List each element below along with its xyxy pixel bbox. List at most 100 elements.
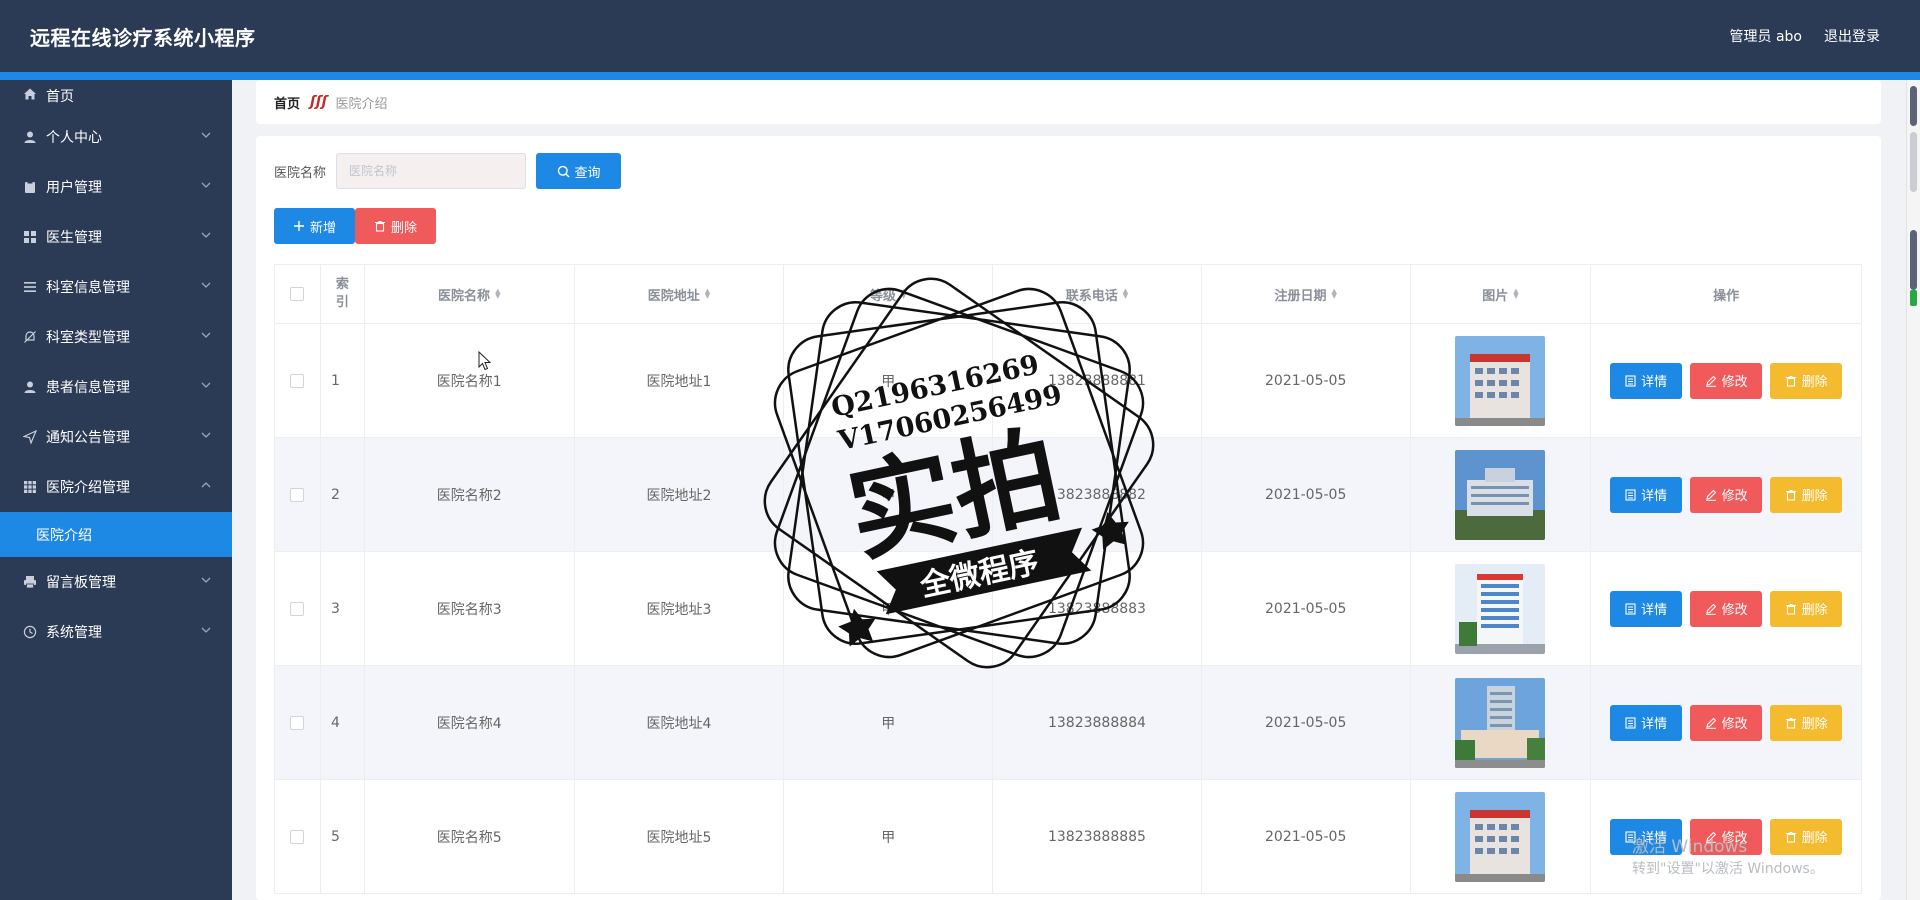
sidebar-item-label: 系统管理 [46,625,102,641]
select-all-checkbox[interactable] [290,287,305,301]
header-image[interactable]: 图片 ▲ ▼ [1411,265,1592,323]
sidebar-item-label: 用户管理 [46,180,102,196]
row-date: 2021-05-05 [1202,324,1411,437]
logout-link[interactable]: 退出登录 [1824,26,1880,46]
pencil-icon [1705,489,1716,501]
table-row: 3 医院名称3 医院地址3 甲 13823888883 2021-05-05 详… [274,552,1862,666]
query-button-label: 查询 [574,165,601,181]
hospital-table: 索引 医院名称 ▲ ▼ 医院地址 ▲ ▼ 等级 ▲ ▼ 联系电话 ▲ ▼ 注册日期 ▲ ▼ 图片 ▲ ▼… [274,264,1862,894]
row-name: 医院名称4 [365,666,575,779]
edit-button[interactable]: 修改 [1690,590,1763,627]
scrollbar-thumb[interactable] [1910,230,1917,290]
query-button[interactable]: 查询 [536,153,622,189]
row-checkbox[interactable] [290,373,305,388]
hospital-image[interactable] [1455,449,1546,540]
row-address: 医院地址5 [575,780,785,893]
sort-icon[interactable]: ▲ ▼ [901,288,906,300]
send-icon [22,429,38,445]
detail-button[interactable]: 详情 [1610,704,1683,741]
header-index: 索引 [321,265,365,323]
sort-icon[interactable]: ▲ ▼ [705,288,710,300]
search-input[interactable] [336,153,527,189]
row-checkbox[interactable] [290,829,305,844]
sidebar-item-personal-center[interactable]: 个人中心 [0,112,232,162]
sidebar-item-home[interactable]: 首页 [0,80,232,112]
edit-button[interactable]: 修改 [1690,476,1763,513]
pencil-icon [1705,603,1716,615]
chevron-down-icon [201,627,211,633]
sidebar-item-department-type[interactable]: 科室类型管理 [0,312,232,362]
sidebar-item-notice-management[interactable]: 通知公告管理 [0,412,232,462]
edit-button[interactable]: 修改 [1690,704,1763,741]
breadcrumb-home[interactable]: 首页 [274,93,300,112]
delete-button[interactable]: 删除 [1770,476,1843,513]
app-title: 远程在线诊疗系统小程序 [30,25,256,50]
hospital-image[interactable] [1455,791,1546,882]
plus-icon [293,221,304,231]
sidebar-item-system-management[interactable]: 系统管理 [0,607,232,657]
row-date: 2021-05-05 [1202,780,1411,893]
detail-button[interactable]: 详情 [1610,476,1683,513]
row-level: 甲 [784,666,994,779]
chevron-down-icon [201,432,211,438]
current-user-label: 管理员 abo [1729,29,1802,45]
user-icon [22,129,38,145]
windows-activation-watermark: 激活 Windows 转到"设置"以激活 Windows。 [1632,836,1824,880]
detail-button[interactable]: 详情 [1610,590,1683,627]
row-checkbox[interactable] [290,487,305,502]
edit-button[interactable]: 修改 [1690,362,1763,399]
sidebar-item-doctor-management[interactable]: 医生管理 [0,212,232,262]
hospital-image[interactable] [1455,563,1546,654]
row-name: 医院名称3 [365,552,575,665]
trash-icon [1785,717,1796,729]
page-scrollbar[interactable] [1906,80,1920,900]
sidebar-item-patient-info[interactable]: 患者信息管理 [0,362,232,412]
header-date[interactable]: 注册日期 ▲ ▼ [1202,265,1411,323]
sidebar: 首页 个人中心 用户管理 医生管理 科室信息管理 科室类型管理 患者信息管理 通… [0,80,232,900]
row-name: 医院名称2 [365,438,575,551]
trash-icon [1785,489,1796,501]
delete-button[interactable]: 删除 [1770,362,1843,399]
hospital-image[interactable] [1455,335,1546,426]
sort-icon[interactable]: ▲ ▼ [1513,288,1518,300]
chevron-down-icon [201,232,211,238]
sidebar-item-message-board[interactable]: 留言板管理 [0,557,232,607]
header-address[interactable]: 医院地址 ▲ ▼ [575,265,785,323]
header-level[interactable]: 等级 ▲ ▼ [784,265,994,323]
row-index: 5 [321,780,365,893]
batch-delete-button[interactable]: 删除 [355,208,436,244]
hospital-image[interactable] [1455,677,1546,768]
scrollbar-marker [1910,86,1917,126]
row-checkbox[interactable] [290,601,305,616]
chevron-down-icon [201,132,211,138]
header-name[interactable]: 医院名称 ▲ ▼ [365,265,575,323]
pencil-icon [1705,375,1716,387]
sidebar-item-hospital-intro-management[interactable]: 医院介绍管理 [0,462,232,512]
sidebar-item-user-management[interactable]: 用户管理 [0,162,232,212]
row-phone: 13823888881 [993,324,1202,437]
delete-button[interactable]: 删除 [1770,590,1843,627]
header-phone[interactable]: 联系电话 ▲ ▼ [993,265,1202,323]
sort-icon[interactable]: ▲ ▼ [1123,288,1128,300]
user-icon [22,379,38,395]
chevron-down-icon [201,382,211,388]
detail-button[interactable]: 详情 [1610,362,1683,399]
row-level: 甲 [784,780,994,893]
chevron-down-icon [201,577,211,583]
row-level: 甲 [784,552,994,665]
chevron-down-icon [201,282,211,288]
add-button[interactable]: 新增 [274,208,355,244]
sidebar-item-department-info[interactable]: 科室信息管理 [0,262,232,312]
breadcrumb-separator-icon: ʃʃʃ [310,94,328,110]
row-checkbox[interactable] [290,715,305,730]
row-name: 医院名称5 [365,780,575,893]
row-date: 2021-05-05 [1202,552,1411,665]
sort-icon[interactable]: ▲ ▼ [1332,288,1337,300]
row-address: 医院地址3 [575,552,785,665]
windows-watermark-line2: 转到"设置"以激活 Windows。 [1632,861,1824,877]
row-phone: 13823888883 [993,552,1202,665]
clipboard-icon [22,179,38,195]
delete-button[interactable]: 删除 [1770,704,1843,741]
sidebar-item-hospital-intro[interactable]: 医院介绍 [0,512,232,557]
sort-icon[interactable]: ▲ ▼ [495,288,500,300]
